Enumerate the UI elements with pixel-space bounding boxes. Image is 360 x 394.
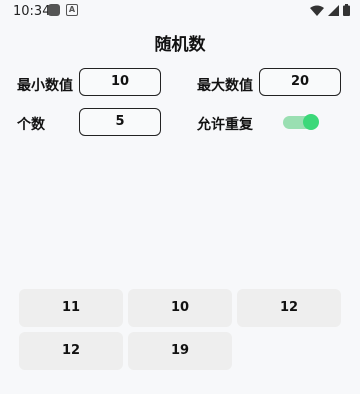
- count-input[interactable]: 5: [79, 108, 161, 136]
- max-value-label: 最大数值: [197, 78, 253, 94]
- notification-a-icon: A: [66, 4, 78, 16]
- count-label: 个数: [17, 117, 45, 133]
- allow-repeat-toggle[interactable]: [283, 114, 319, 130]
- signal-icon: [328, 4, 339, 16]
- notification-app-icon: [48, 4, 60, 16]
- max-value-input[interactable]: 20: [259, 68, 341, 96]
- min-value-input[interactable]: 10: [79, 68, 161, 96]
- min-value-label: 最小数值: [17, 78, 73, 94]
- result-item: 11: [19, 289, 123, 327]
- result-item: 12: [19, 332, 123, 370]
- page-title: 随机数: [154, 35, 206, 55]
- status-icons: [310, 4, 350, 16]
- result-item: 10: [128, 289, 232, 327]
- allow-repeat-label: 允许重复: [197, 117, 253, 133]
- status-bar: 10:34 A: [0, 0, 360, 22]
- result-grid: 11 10 12 12 19: [19, 289, 341, 370]
- result-item: 12: [237, 289, 341, 327]
- wifi-icon: [310, 5, 324, 16]
- battery-icon: [343, 4, 350, 16]
- result-item: 19: [128, 332, 232, 370]
- status-time: 10:34: [13, 4, 51, 19]
- toggle-knob: [303, 114, 319, 130]
